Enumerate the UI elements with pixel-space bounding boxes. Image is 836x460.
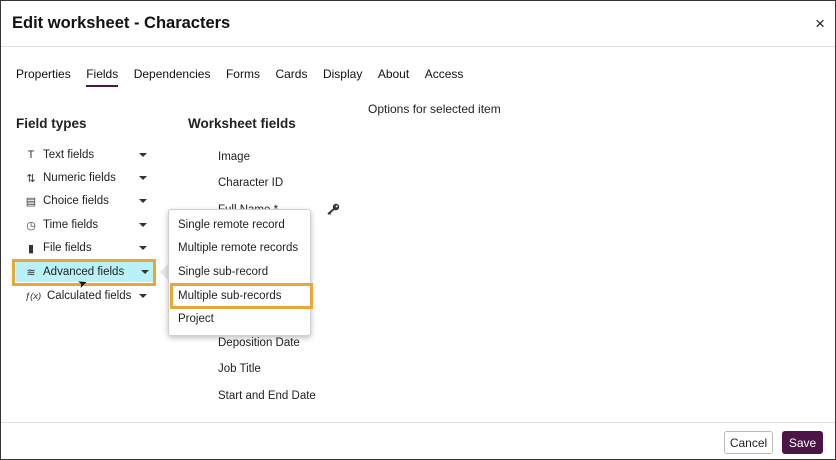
key-icon: [326, 203, 340, 218]
tab-about[interactable]: About: [378, 67, 409, 87]
field-type-choice[interactable]: ▤ Choice fields: [24, 191, 152, 211]
caret-down-icon[interactable]: [139, 153, 147, 157]
worksheet-fields-title: Worksheet fields: [188, 116, 296, 131]
tab-forms[interactable]: Forms: [226, 67, 260, 87]
cancel-button[interactable]: Cancel: [724, 431, 773, 454]
dialog-header: Edit worksheet - Characters ×: [1, 1, 835, 47]
field-types-title: Field types: [16, 116, 87, 131]
field-type-text[interactable]: T Text fields: [24, 145, 152, 165]
field-type-time[interactable]: ◷ Time fields: [24, 215, 152, 235]
tab-access[interactable]: Access: [425, 67, 464, 87]
tab-cards[interactable]: Cards: [275, 67, 307, 87]
field-type-label: Text fields: [43, 149, 95, 161]
menu-item-multiple-remote-records[interactable]: Multiple remote records: [178, 242, 298, 254]
field-type-label: Numeric fields: [43, 172, 116, 184]
list-icon: ▤: [25, 195, 37, 208]
edit-worksheet-dialog: Edit worksheet - Characters × Properties…: [0, 0, 836, 460]
menu-item-project[interactable]: Project: [178, 313, 214, 325]
function-icon: ƒ(x): [24, 290, 42, 302]
field-type-numeric[interactable]: ⇅ Numeric fields: [24, 168, 152, 188]
field-type-label: Choice fields: [43, 195, 109, 207]
caret-down-icon[interactable]: [139, 223, 147, 227]
numeric-icon: ⇅: [26, 172, 36, 185]
field-type-calculated[interactable]: ƒ(x) Calculated fields: [24, 286, 152, 306]
tab-bar: Properties Fields Dependencies Forms Car…: [16, 67, 479, 87]
highlight-multiple-sub-records: [170, 283, 313, 309]
tab-fields[interactable]: Fields: [86, 67, 119, 87]
menu-item-single-sub-record[interactable]: Single sub-record: [178, 266, 268, 278]
worksheet-field-character-id[interactable]: Character ID: [218, 177, 283, 189]
tab-display[interactable]: Display: [323, 67, 362, 87]
tab-properties[interactable]: Properties: [16, 67, 71, 87]
caret-down-icon[interactable]: [139, 246, 147, 250]
caret-down-icon[interactable]: [139, 199, 147, 203]
save-button[interactable]: Save: [782, 431, 823, 454]
worksheet-field-image[interactable]: Image: [218, 151, 250, 163]
dialog-title: Edit worksheet - Characters: [12, 14, 231, 32]
field-type-label: File fields: [43, 242, 92, 254]
advanced-fields-menu: Single remote record Multiple remote rec…: [168, 209, 311, 336]
menu-item-single-remote-record[interactable]: Single remote record: [178, 219, 285, 231]
worksheet-field-start-end-date[interactable]: Start and End Date: [218, 390, 316, 402]
tab-dependencies[interactable]: Dependencies: [134, 67, 211, 87]
caret-down-icon[interactable]: [139, 294, 147, 298]
options-title: Options for selected item: [368, 102, 501, 116]
field-type-label: Time fields: [43, 219, 99, 231]
worksheet-field-deposition-date[interactable]: Deposition Date: [218, 337, 300, 349]
field-type-file[interactable]: ▮ File fields: [24, 238, 152, 258]
file-icon: ▮: [27, 242, 35, 255]
clock-icon: ◷: [26, 219, 36, 232]
field-type-label: Calculated fields: [47, 290, 132, 302]
dialog-footer: [1, 422, 835, 460]
text-icon: T: [27, 149, 35, 161]
worksheet-field-job-title[interactable]: Job Title: [218, 363, 261, 375]
close-icon[interactable]: ×: [815, 14, 825, 34]
caret-down-icon[interactable]: [139, 176, 147, 180]
